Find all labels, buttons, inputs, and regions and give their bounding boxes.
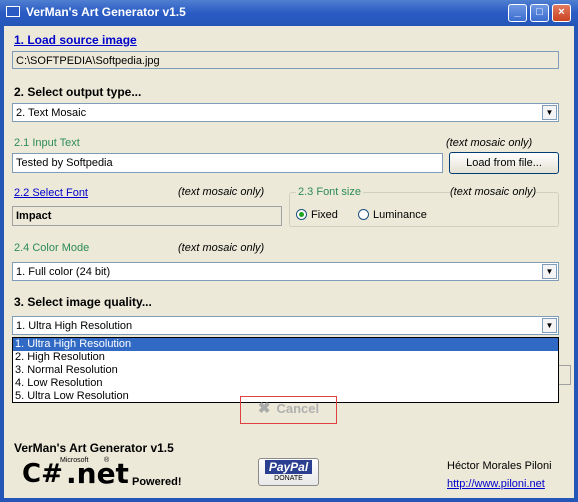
output-type-select[interactable]: 2. Text Mosaic ▼ bbox=[12, 103, 559, 122]
color-mode-value: 1. Full color (24 bit) bbox=[16, 266, 111, 278]
csharp-logo-text: C# bbox=[22, 459, 63, 489]
image-quality-select[interactable]: 1. Ultra High Resolution ▼ bbox=[12, 316, 559, 335]
author-name: Héctor Morales Piloni bbox=[447, 460, 552, 472]
quality-option[interactable]: 3. Normal Resolution bbox=[13, 364, 558, 377]
input-text-note: (text mosaic only) bbox=[446, 137, 533, 149]
dotnet-logo: C# Microsoft ® .net Powered! bbox=[22, 457, 182, 493]
quality-option[interactable]: 1. Ultra High Resolution bbox=[13, 338, 558, 351]
color-mode-note: (text mosaic only) bbox=[178, 242, 265, 254]
input-text-label: 2.1 Input Text bbox=[14, 137, 80, 149]
quality-option[interactable]: 4. Low Resolution bbox=[13, 377, 558, 390]
maximize-button[interactable]: □ bbox=[530, 4, 549, 22]
radio-selected-icon[interactable] bbox=[296, 209, 307, 220]
chevron-down-icon[interactable]: ▼ bbox=[542, 264, 557, 279]
select-font-note: (text mosaic only) bbox=[178, 186, 265, 198]
cancel-button-label: Cancel bbox=[276, 401, 320, 416]
title-bar[interactable]: VerMan's Art Generator v1.5 _ □ × bbox=[0, 0, 578, 26]
chevron-down-icon[interactable]: ▼ bbox=[542, 105, 557, 120]
luminance-radio[interactable]: Luminance bbox=[358, 209, 427, 221]
luminance-radio-label: Luminance bbox=[373, 209, 427, 221]
image-quality-value: 1. Ultra High Resolution bbox=[16, 320, 133, 332]
chevron-down-icon[interactable]: ▼ bbox=[542, 318, 557, 333]
paypal-logo: PayPal bbox=[264, 460, 313, 474]
load-source-image-link[interactable]: 1. Load source image bbox=[14, 33, 137, 47]
output-type-value: 2. Text Mosaic bbox=[16, 107, 87, 119]
source-path-field: C:\SOFTPEDIA\Softpedia.jpg bbox=[12, 51, 559, 69]
minimize-button[interactable]: _ bbox=[508, 4, 527, 22]
powered-text: Powered! bbox=[132, 476, 182, 488]
quality-option[interactable]: 2. High Resolution bbox=[13, 351, 558, 364]
author-url-link[interactable]: http://www.piloni.net bbox=[447, 478, 545, 490]
image-quality-dropdown-list[interactable]: 1. Ultra High Resolution 2. High Resolut… bbox=[12, 337, 559, 403]
image-quality-heading: 3. Select image quality... bbox=[14, 295, 152, 309]
fixed-radio[interactable]: Fixed bbox=[296, 209, 338, 221]
fixed-radio-label: Fixed bbox=[311, 209, 338, 221]
donate-label: DONATE bbox=[274, 475, 303, 482]
app-icon bbox=[6, 6, 20, 17]
dotnet-logo-text: .net bbox=[66, 457, 129, 490]
font-size-note: (text mosaic only) bbox=[450, 186, 537, 198]
cancel-x-icon: ✖ bbox=[257, 400, 271, 417]
paypal-donate-button[interactable]: PayPal DONATE bbox=[258, 458, 319, 486]
font-size-label: 2.3 Font size bbox=[296, 186, 363, 198]
font-value-field: Impact bbox=[12, 206, 282, 226]
footer-app-name: VerMan's Art Generator v1.5 bbox=[14, 441, 174, 455]
radio-unselected-icon[interactable] bbox=[358, 209, 369, 220]
color-mode-select[interactable]: 1. Full color (24 bit) ▼ bbox=[12, 262, 559, 281]
window-title: VerMan's Art Generator v1.5 bbox=[26, 5, 186, 19]
load-from-file-button[interactable]: Load from file... bbox=[449, 152, 559, 174]
input-text-field[interactable]: Tested by Softpedia bbox=[12, 153, 443, 173]
select-font-link[interactable]: 2.2 Select Font bbox=[14, 187, 88, 199]
cancel-button[interactable]: ✖ Cancel bbox=[240, 396, 337, 424]
close-button[interactable]: × bbox=[552, 4, 571, 22]
hidden-control-edge bbox=[559, 365, 571, 385]
output-type-heading: 2. Select output type... bbox=[14, 85, 142, 99]
color-mode-label: 2.4 Color Mode bbox=[14, 242, 90, 254]
